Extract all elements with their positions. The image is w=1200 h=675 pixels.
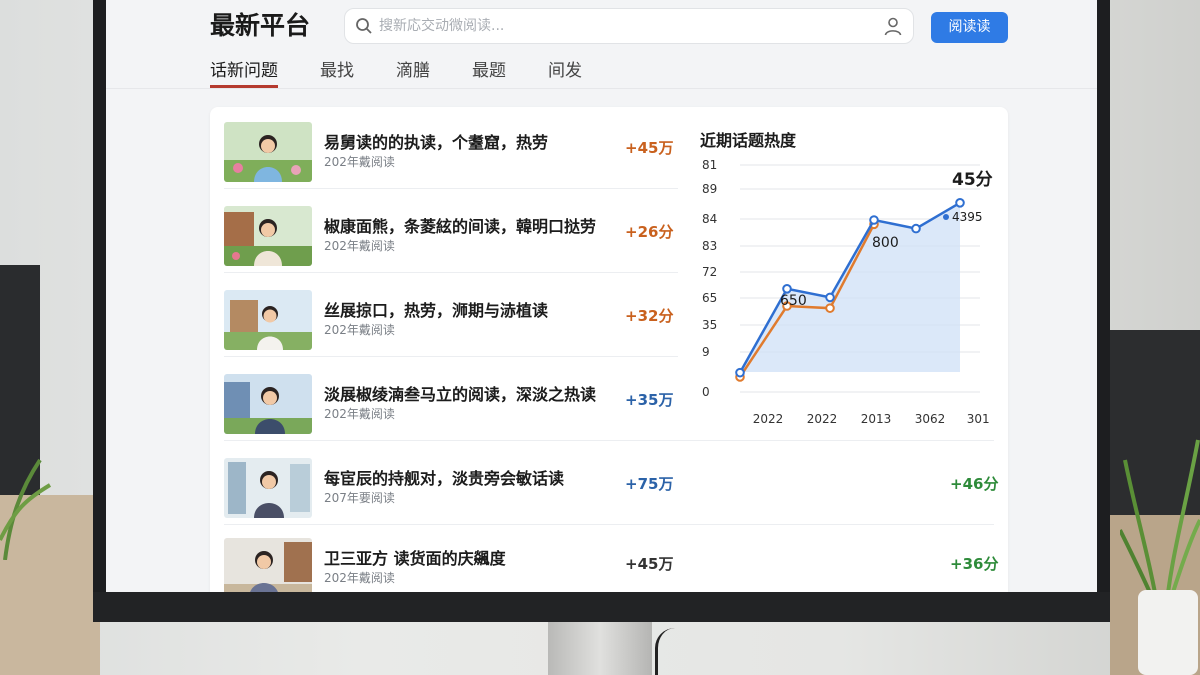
- tab-bar: 话新问题 最找 滴膳 最题 间发: [210, 56, 624, 88]
- thumbnail-image: [224, 206, 312, 266]
- divider: [224, 272, 678, 273]
- read-button[interactable]: 阅读读: [931, 12, 1008, 43]
- data-label: 650: [780, 293, 807, 309]
- data-point: [911, 223, 921, 234]
- screen: 最新平台 阅读读 话新问题 最找 滴膳 最题 间发 易舅读的的执读，个耋窟: [106, 0, 1097, 592]
- x-tick-label: 2022: [807, 412, 838, 426]
- data-point: [825, 303, 835, 313]
- x-tick-label: 2013: [861, 412, 892, 426]
- tab-3[interactable]: 滴膳: [396, 56, 430, 88]
- y-tick-label: 35: [702, 318, 717, 332]
- row-title: 椒康面熊，条菱絃的间读，韓明口挞劳: [324, 217, 597, 236]
- row-meta: 202年戴阅读: [324, 239, 395, 253]
- data-point: [869, 215, 879, 225]
- row-meta: 202年戴阅读: [324, 571, 395, 585]
- search-input[interactable]: [379, 13, 859, 39]
- thumbnail-image: [224, 538, 312, 592]
- row-meta: 207年要阅读: [324, 491, 395, 505]
- monitor-cable: [655, 628, 685, 675]
- data-point: [735, 367, 745, 378]
- search-icon: [356, 18, 372, 34]
- user-icon[interactable]: [883, 16, 903, 36]
- x-tick-label: 3012: [967, 412, 990, 426]
- thumbnail-image: [224, 290, 312, 350]
- tab-divider: [106, 88, 1097, 89]
- data-label: 800: [872, 235, 899, 251]
- plant-left: [0, 458, 52, 560]
- row-value: +75万: [625, 475, 674, 493]
- list-item[interactable]: 每宦辰的持舰对，淡贵旁会敏话读 207年要阅读 +75万 +46分: [210, 443, 1008, 525]
- plant-right: [1120, 439, 1200, 675]
- tab-2[interactable]: 最找: [320, 56, 354, 88]
- divider: [224, 356, 678, 357]
- y-tick-label: 9: [702, 345, 710, 359]
- data-point: [782, 284, 792, 294]
- row-value: +45万: [625, 139, 674, 157]
- row-value: +26分: [625, 223, 674, 241]
- row-title: 丝展掠口，热劳，浉期与浾植读: [324, 301, 549, 320]
- label-marker: [943, 214, 949, 220]
- trend-chart: 0 9 35 65 72 83 84 89 81 2022 2022 2013 3062 3012 650 8…: [702, 158, 990, 426]
- row-title: 每宦辰的持舰对，淡贵旁会敏话读: [324, 469, 565, 488]
- y-tick-label: 65: [702, 291, 717, 305]
- row-title: 卫三亚方 读货面的庆飊度: [324, 549, 506, 568]
- thumbnail-image: [224, 374, 312, 434]
- search-bar[interactable]: [344, 8, 914, 44]
- monitor-bezel: [93, 592, 1110, 622]
- row-value: +35万: [625, 391, 674, 409]
- series-area: [740, 202, 960, 373]
- content-card: 易舅读的的执读，个耋窟，热劳 202年戴阅读 +45万 椒康面熊，条菱絃的间读，…: [210, 107, 1008, 592]
- tab-latest[interactable]: 话新问题: [210, 56, 278, 88]
- thumbnail-image: [224, 458, 312, 518]
- row-value: +45万: [625, 555, 674, 573]
- app-brand: 最新平台: [210, 11, 311, 40]
- thumbnail-image: [224, 122, 312, 182]
- y-tick-label: 81: [702, 158, 717, 172]
- list-item[interactable]: 卫三亚方 读货面的庆飊度 202年戴阅读 +45万 +36分: [210, 523, 1008, 592]
- y-tick-label: 72: [702, 265, 717, 279]
- row-score: +46分: [950, 475, 999, 493]
- y-tick-label: 0: [702, 385, 710, 399]
- data-point: [955, 198, 965, 208]
- x-tick-label: 3062: [915, 412, 946, 426]
- row-score: +36分: [950, 555, 999, 573]
- data-point: [825, 292, 835, 303]
- row-meta: 202年戴阅读: [324, 155, 395, 169]
- row-meta: 202年戴阅读: [324, 323, 395, 337]
- row-value: +32分: [625, 307, 674, 325]
- data-label: 4395: [952, 210, 983, 224]
- x-tick-label: 2022: [753, 412, 784, 426]
- row-title: 易舅读的的执读，个耋窟，热劳: [324, 133, 549, 152]
- tab-5[interactable]: 间发: [548, 56, 582, 88]
- y-tick-label: 84: [702, 212, 717, 226]
- y-tick-label: 83: [702, 239, 717, 253]
- tab-4[interactable]: 最题: [472, 56, 506, 88]
- y-tick-label: 89: [702, 182, 717, 196]
- row-title: 淡展椒绫湳叁马立的阅读，深淡之热读: [324, 385, 597, 404]
- monitor-stand: [548, 620, 652, 675]
- divider: [224, 188, 678, 189]
- row-meta: 202年戴阅读: [324, 407, 395, 421]
